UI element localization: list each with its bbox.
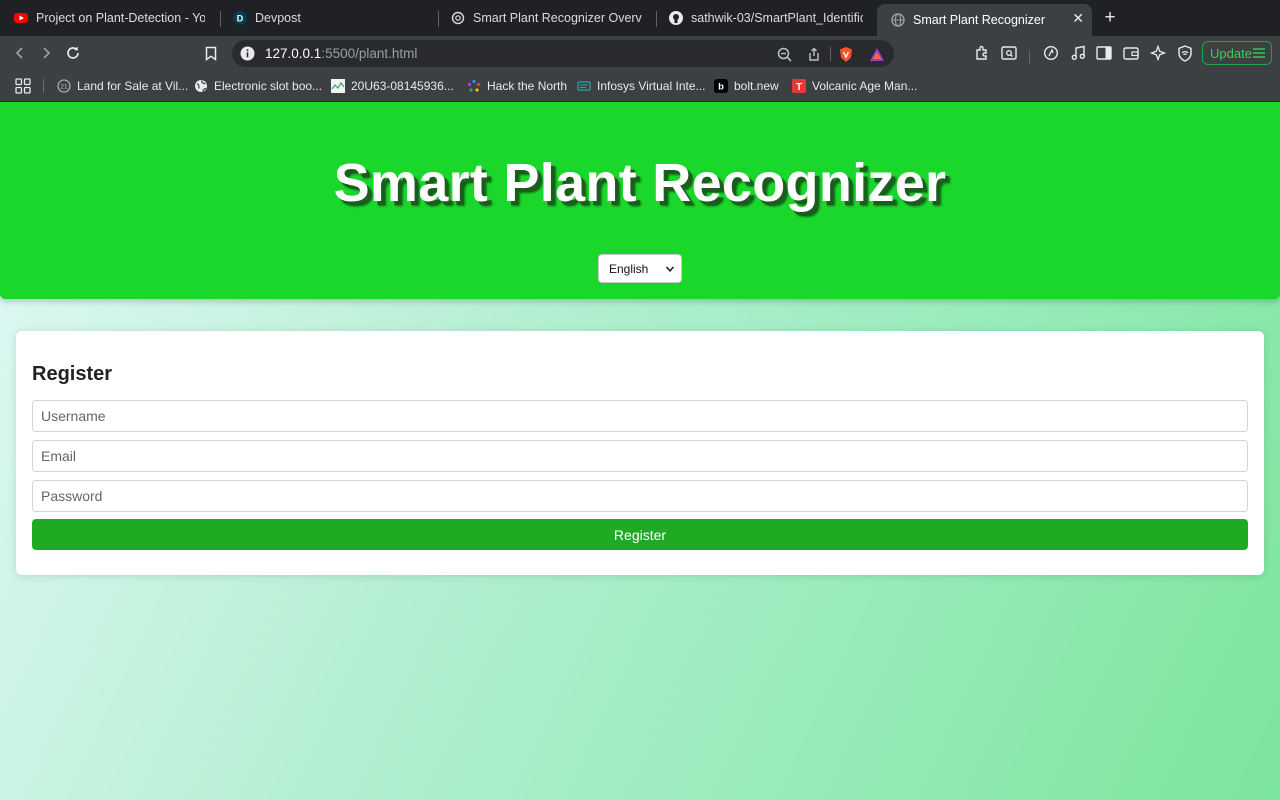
tab-smart-plant[interactable]: Smart Plant Recognizer ✕ [877,4,1092,36]
forward-button[interactable] [36,43,56,63]
toolbar-divider [1029,50,1030,64]
register-heading: Register [32,363,113,385]
language-select[interactable]: English [598,254,682,283]
bookmarks-divider [43,79,44,93]
reload-button[interactable] [63,43,83,63]
bookmark-label: 20U63-08145936... [351,79,454,93]
info-icon[interactable] [240,46,255,61]
github-icon [669,11,683,25]
update-button[interactable]: Update [1202,41,1272,65]
update-label: Update [1210,45,1252,61]
bookmark-label: Hack the North [487,79,568,93]
bolt-icon: b [714,79,728,93]
infosys-icon [577,79,591,93]
share-icon[interactable] [805,45,823,63]
back-button[interactable] [10,43,30,63]
vpn-shield-icon[interactable] [1176,44,1194,62]
tab-chatgpt[interactable]: Smart Plant Recognizer Overview [437,4,652,32]
tab-title: Devpost [255,11,301,25]
tab-youtube[interactable]: Project on Plant-Detection - YouTube [0,4,215,32]
zoom-out-icon[interactable] [775,45,793,63]
bookmark-hack-the-north[interactable]: Hack the North [467,78,567,94]
bookmark-icon [205,46,217,61]
tab-title: sathwik-03/SmartPlant_Identification [691,11,863,25]
bookmark-button[interactable] [201,43,221,63]
bookmark-bolt[interactable]: b bolt.new [714,78,779,94]
username-input[interactable] [32,400,1248,432]
svg-text:D: D [237,14,244,24]
youtube-icon [14,11,28,25]
image-thumb-icon [331,79,345,93]
register-button[interactable]: Register [32,519,1248,550]
apps-grid-icon[interactable] [15,78,31,94]
bookmark-electronic-slot[interactable]: Electronic slot boo... [194,78,322,94]
tab-github[interactable]: sathwik-03/SmartPlant_Identification [655,4,873,32]
tab-title: Smart Plant Recognizer Overview [473,11,642,25]
tab-strip: Project on Plant-Detection - YouTube D D… [0,0,1280,36]
bookmark-infosys[interactable]: Infosys Virtual Inte... [577,78,706,94]
chevron-right-icon [43,47,51,59]
password-input[interactable] [32,480,1248,512]
globe-icon [891,13,905,27]
app-header: Smart Plant Recognizer English [0,102,1280,299]
register-card: Register Register [16,331,1264,575]
bookmark-volcanic-age[interactable]: T Volcanic Age Man... [792,78,917,94]
wallet-icon[interactable] [1122,44,1140,62]
tab-title: Smart Plant Recognizer [913,13,1046,27]
bookmarks-bar: 21 Land for Sale at Vil... Electronic sl… [0,70,1280,102]
bookmark-20u63[interactable]: 20U63-08145936... [331,78,454,94]
url-text[interactable]: 127.0.0.1:5500/plant.html [265,46,417,61]
leo-ai-icon[interactable] [1042,44,1060,62]
bookmark-label: bolt.new [734,79,779,93]
bookmark-label: Volcanic Age Man... [812,79,918,93]
bookmark-label: Land for Sale at Vil... [77,79,189,93]
page-title: Smart Plant Recognizer [333,153,947,213]
brave-shield-icon[interactable] [837,45,855,63]
reload-icon [67,46,79,59]
svg-text:b: b [718,82,724,93]
bookmark-label: Electronic slot boo... [214,79,323,93]
hackthenorth-icon [467,79,481,93]
new-tab-button[interactable]: + [1100,8,1120,27]
address-bar[interactable]: 127.0.0.1:5500/plant.html [232,40,894,67]
sparkle-icon[interactable] [1149,44,1167,62]
volcanic-icon: T [792,79,806,93]
bookmark-label: Infosys Virtual Inte... [597,79,706,93]
sidebar-icon[interactable] [1095,44,1113,62]
globe-icon [194,79,208,93]
email-input[interactable] [32,440,1248,472]
svg-text:21: 21 [60,84,68,91]
tab-title: Project on Plant-Detection - YouTube [36,11,205,25]
browser-toolbar: 127.0.0.1:5500/plant.html Update [0,36,1280,70]
language-selected-value: English [609,261,649,276]
screen-search-icon[interactable] [1000,44,1018,62]
page-viewport: Smart Plant Recognizer English Register … [0,102,1280,800]
media-icon[interactable] [1069,44,1087,62]
devpost-icon: D [233,11,247,25]
bookmark-land-for-sale[interactable]: 21 Land for Sale at Vil... [57,78,188,94]
openai-icon [451,11,465,25]
land-site-icon: 21 [57,79,71,93]
chevron-down-icon [665,266,675,272]
svg-text:T: T [796,82,802,93]
menu-icon [1253,48,1265,58]
omnibox-divider [830,47,831,61]
close-icon[interactable]: ✕ [1072,11,1084,25]
tab-devpost[interactable]: D Devpost [219,4,434,32]
brave-rewards-icon[interactable] [868,45,886,63]
url-host: 127.0.0.1 [265,46,322,61]
extensions-icon[interactable] [973,44,991,62]
url-path: :5500/plant.html [321,46,418,61]
chevron-left-icon [15,47,23,59]
